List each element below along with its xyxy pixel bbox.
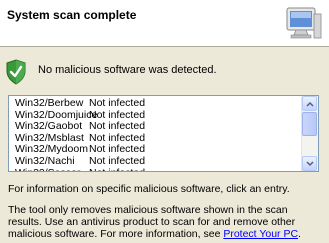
chevron-up-icon [306, 101, 314, 107]
scroll-thumb[interactable] [302, 112, 317, 136]
scrollbar[interactable] [301, 96, 318, 171]
chevron-down-icon [306, 161, 314, 167]
protect-your-pc-link[interactable]: Protect Your PC [223, 228, 298, 240]
scan-results-list[interactable]: Win32/Berbew Not infected Win32/DoomjuiceN… [8, 95, 319, 172]
infection-status: Not infected [89, 167, 145, 171]
list-item[interactable]: Win32/SasserNot infected [15, 167, 145, 171]
shield-check-icon [6, 59, 26, 85]
infection-status: Not infected [89, 97, 146, 109]
threat-name: Win32/Berbew [15, 97, 84, 109]
infection-status: Not infected [89, 154, 146, 167]
monitor-icon [286, 7, 322, 39]
info-text: For information on specific malicious so… [8, 183, 290, 195]
list-item[interactable]: Win32/Berbew Not infected [15, 97, 146, 110]
threat-name: Win32/Nachi [15, 154, 75, 167]
removal-info-text: The tool only removes malicious software… [8, 204, 322, 240]
list-item[interactable]: Win32/Nachi Not infected [15, 154, 146, 168]
threat-name: Win32/Sasser [15, 167, 89, 171]
content-area: No malicious software was detected. Win3… [0, 47, 329, 243]
removal-info-suffix: . [298, 228, 301, 240]
scroll-down-button[interactable] [302, 156, 317, 171]
page-title: System scan complete [7, 8, 137, 22]
scan-status-text: No malicious software was detected. [38, 64, 217, 76]
wizard-header: System scan complete [0, 0, 329, 47]
scroll-up-button[interactable] [302, 96, 317, 111]
